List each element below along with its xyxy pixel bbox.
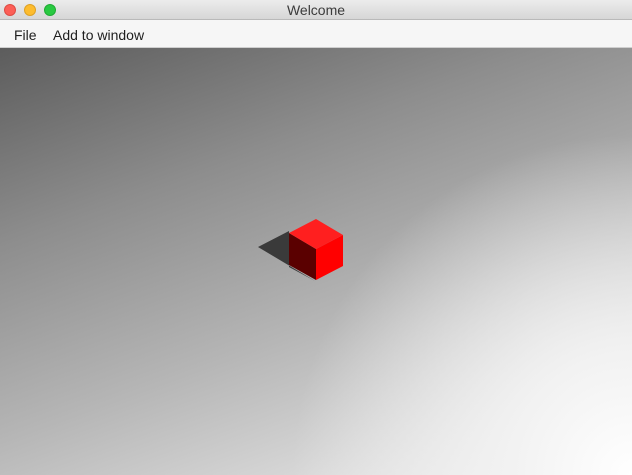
menu-bar: File Add to window (0, 20, 632, 48)
menu-file[interactable]: File (14, 20, 37, 48)
app-window: Welcome File Add to window (0, 0, 632, 475)
title-bar[interactable]: Welcome (0, 0, 632, 20)
3d-viewport[interactable] (0, 48, 632, 475)
menu-add-to-window[interactable]: Add to window (53, 20, 144, 48)
scene-canvas (258, 219, 343, 281)
window-title: Welcome (286, 2, 346, 18)
